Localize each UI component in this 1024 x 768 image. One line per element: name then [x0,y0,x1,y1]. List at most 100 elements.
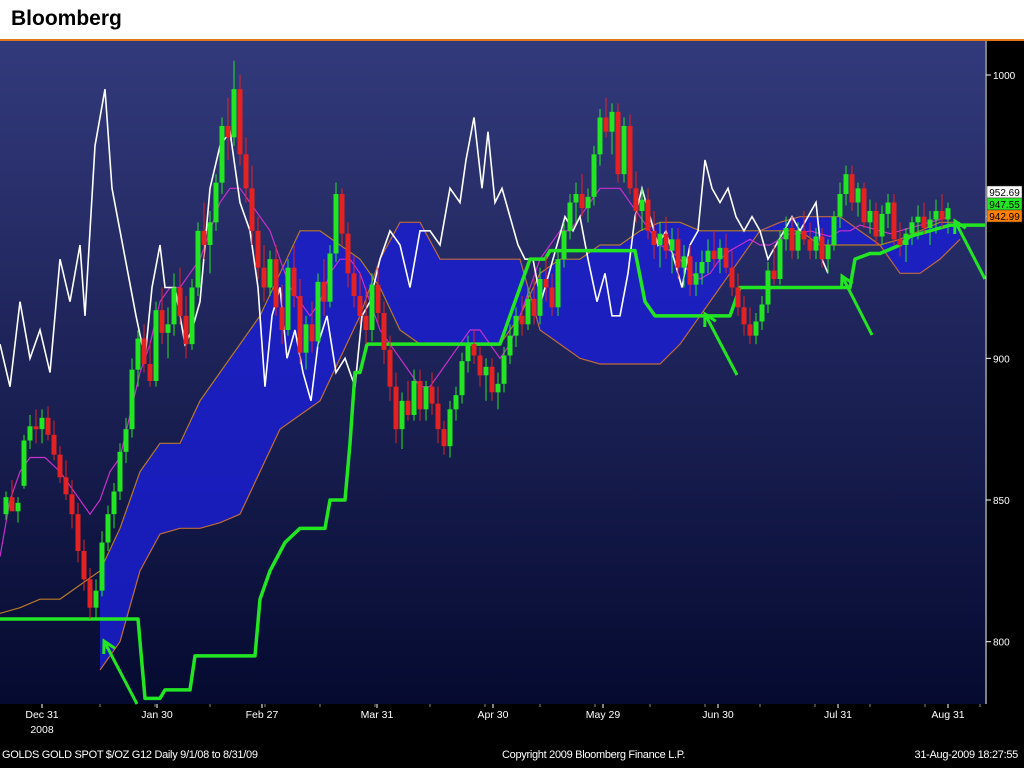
candle-body [273,259,279,308]
candle-body [183,315,189,345]
chart: 8008509009501000 Dec 312008Jan 30Feb 27M… [0,41,1024,744]
candle-body [21,440,27,486]
last-value-label: 947.55 [989,200,1020,211]
candle-body [663,233,669,251]
candle-body [237,89,243,155]
candle-body [777,239,783,279]
y-tick-label: 1000 [993,71,1016,82]
y-tick-label: 800 [993,638,1010,649]
candle [831,211,837,251]
candle-body [147,364,153,381]
candle-body [471,344,477,356]
candle-body [603,117,609,132]
candle-body [135,338,141,370]
candle-body [597,117,603,155]
candle [195,222,201,296]
candle-body [945,208,951,220]
x-tick-label: Jun 30 [702,709,734,721]
candle-body [513,315,519,336]
candle-body [531,298,537,316]
candle-body [915,216,921,223]
last-value-flag: 947.55 [986,197,1023,211]
candle-body [879,213,885,237]
candle-body [123,429,129,452]
candle-body [849,174,855,203]
candle-body [645,199,651,231]
candle-body [855,188,861,203]
candle-body [519,315,525,325]
candle-body [675,239,681,268]
candle-body [153,310,159,381]
candle-body [897,239,903,245]
candle-body [267,259,273,288]
candle-body [573,194,579,203]
candle-body [819,236,825,260]
candle-body [33,426,39,430]
candle-body [867,211,873,223]
candle-body [783,228,789,240]
candle-body [627,126,633,189]
candle-body [207,222,213,245]
last-value-label: 952.69 [989,188,1020,199]
candle-body [57,454,63,478]
candle-body [939,211,945,220]
candle-body [591,154,597,197]
candle-body [681,256,687,268]
candle-body [171,287,177,325]
candle-body [429,386,435,404]
security-description: GOLDS GOLD SPOT $/OZ G12 Daily 9/1/08 to… [2,749,258,761]
candle-body [501,355,507,384]
footer-bar: GOLDS GOLD SPOT $/OZ G12 Daily 9/1/08 to… [0,744,1024,768]
candle-body [699,262,705,274]
candle-body [459,361,465,396]
candle-body [195,230,201,288]
candle-body [213,182,219,223]
candle-body [243,154,249,189]
timestamp-text: 31-Aug-2009 18:27:55 [914,749,1019,761]
candle [219,117,225,194]
last-value-flag: 952.69 [986,185,1023,199]
candle-body [291,267,297,296]
candle-body [495,383,501,393]
candle-body [615,111,621,175]
candle-body [621,126,627,175]
candle-body [585,196,591,209]
candle [861,182,867,228]
candle-body [351,273,357,296]
candle-body [687,256,693,285]
candle-body [753,321,759,336]
candle-body [303,324,309,353]
copyright-text: Copyright 2009 Bloomberg Finance L.P. [502,749,686,761]
candle-body [861,188,867,223]
candle-body [717,247,723,260]
candle-body [927,219,933,228]
candle-body [99,542,105,591]
x-tick-label: Aug 31 [931,709,964,721]
candle-body [537,279,543,316]
x-tick-label: May 29 [586,709,621,721]
candle-body [633,188,639,211]
x-tick-label: Apr 30 [478,709,509,721]
candle [153,301,159,387]
candle-body [441,429,447,447]
candle-body [417,381,423,410]
candle-body [405,400,411,415]
candle-body [111,491,117,515]
candle-body [843,174,849,194]
x-tick-label: Mar 31 [361,709,394,721]
candle-body [489,366,495,393]
candle-body [189,287,195,345]
candle-body [507,335,513,356]
candle-body [249,188,255,231]
candle [315,273,321,347]
candle-body [411,381,417,415]
candle [213,174,219,231]
candle-body [15,502,21,512]
candle-body [327,253,333,302]
candle [21,434,27,489]
candle-body [579,194,585,209]
candle-body [45,417,51,435]
candle-body [729,267,735,288]
candle-body [165,324,171,333]
candle-body [711,250,717,260]
